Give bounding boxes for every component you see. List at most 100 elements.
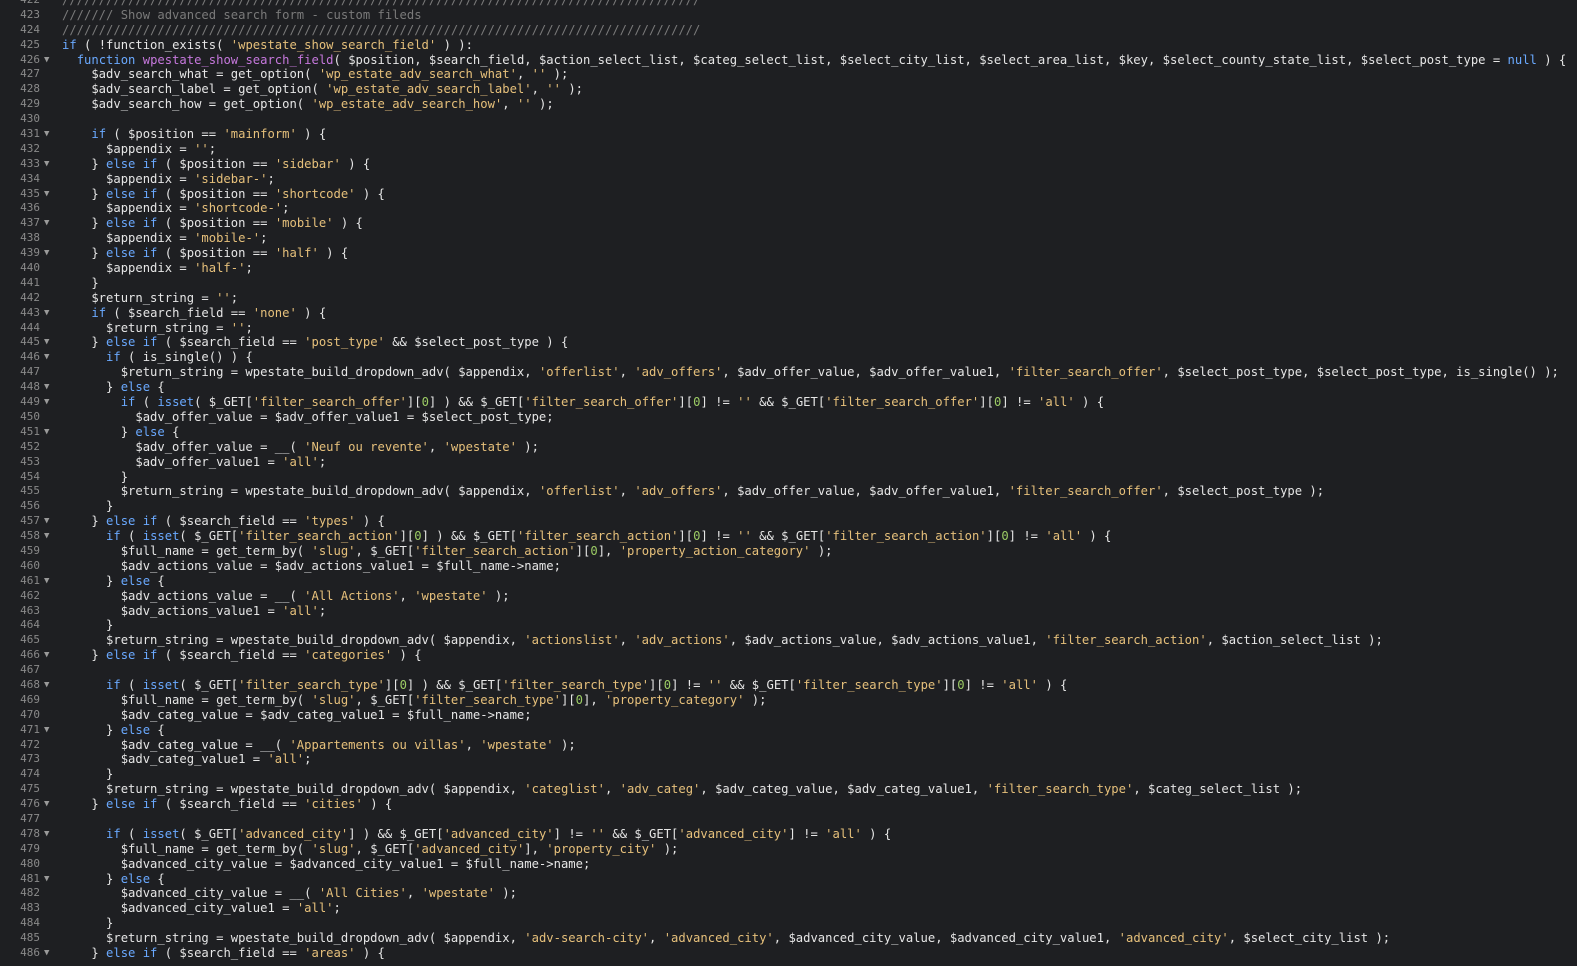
code-line[interactable]: 435 ▼ } else if ( $position == 'shortcode… (0, 187, 1577, 202)
code-line[interactable]: 442 $return_string = ''; (0, 291, 1577, 306)
code-line[interactable]: 425 if ( !function_exists( 'wpestate_show… (0, 38, 1577, 53)
code-token: else if (106, 648, 158, 663)
code-line[interactable]: 471 ▼ } else { (0, 723, 1577, 738)
code-line[interactable]: 466 ▼ } else if ( $search_field == 'categ… (0, 648, 1577, 663)
code-line[interactable]: 462 $adv_actions_value = __( 'All Action… (0, 589, 1577, 604)
code-line[interactable]: 453 $adv_offer_value1 = 'all'; (0, 455, 1577, 470)
code-line[interactable]: 460 $adv_actions_value = $adv_actions_va… (0, 559, 1577, 574)
fold-toggle-icon[interactable]: ▼ (44, 246, 54, 261)
line-number: 438 (20, 231, 40, 245)
code-token: 'half-' (194, 261, 246, 276)
fold-toggle-icon[interactable]: ▼ (44, 350, 54, 365)
code-line[interactable]: 448 ▼ } else { (0, 380, 1577, 395)
code-line[interactable]: 450 $adv_offer_value = $adv_offer_value1… (0, 410, 1577, 425)
code-line[interactable]: 469 $full_name = get_term_by( 'slug', $_… (0, 693, 1577, 708)
fold-toggle-icon[interactable]: ▼ (44, 380, 54, 395)
fold-toggle-icon[interactable]: ▼ (44, 797, 54, 812)
fold-toggle-icon[interactable]: ▼ (44, 946, 54, 961)
code-token: ][ (678, 395, 694, 410)
code-line[interactable]: 479 $full_name = get_term_by( 'slug', $_… (0, 842, 1577, 857)
code-line[interactable]: 478 ▼ if ( isset( $_GET['advanced_city'] … (0, 827, 1577, 842)
code-line[interactable]: 436 $appendix = 'shortcode-'; (0, 201, 1577, 216)
code-line[interactable]: 432 $appendix = ''; (0, 142, 1577, 157)
code-line[interactable]: 463 $adv_actions_value1 = 'all'; (0, 604, 1577, 619)
code-line[interactable]: 481 ▼ } else { (0, 872, 1577, 887)
fold-toggle-icon[interactable]: ▼ (44, 514, 54, 529)
code-line[interactable]: 482 $advanced_city_value = __( 'All Citi… (0, 886, 1577, 901)
code-token: 'none' (252, 305, 297, 320)
code-line[interactable]: 473 $adv_categ_value1 = 'all'; (0, 752, 1577, 767)
code-line[interactable]: 474 } (0, 767, 1577, 782)
code-line[interactable]: 486 ▼ } else if ( $search_field == 'areas… (0, 946, 1577, 961)
line-number: 425 (20, 37, 40, 51)
fold-toggle-icon[interactable]: ▼ (44, 723, 54, 738)
code-line[interactable]: 422 /////////////////////////////////////… (0, 0, 1577, 8)
code-line[interactable]: 437 ▼ } else if ( $position == 'mobile' )… (0, 216, 1577, 231)
code-line[interactable]: 428 $adv_search_label = get_option( 'wp_… (0, 82, 1577, 97)
code-line[interactable]: 431 ▼ if ( $position == 'mainform' ) { (0, 127, 1577, 142)
code-line[interactable]: 472 $adv_categ_value = __( 'Appartements… (0, 738, 1577, 753)
code-line[interactable]: 457 ▼ } else if ( $search_field == 'types… (0, 514, 1577, 529)
code-line[interactable]: 433 ▼ } else if ( $position == 'sidebar' … (0, 157, 1577, 172)
code-line[interactable]: 468 ▼ if ( isset( $_GET['filter_search_ty… (0, 678, 1577, 693)
code-line[interactable]: 467 (0, 663, 1577, 678)
code-line[interactable]: 434 $appendix = 'sidebar-'; (0, 172, 1577, 187)
fold-toggle-icon[interactable]: ▼ (44, 335, 54, 350)
line-number: 460 (20, 558, 40, 572)
code-token: ////////////////////////////////////////… (62, 22, 701, 37)
code-line[interactable]: 475 $return_string = wpestate_build_drop… (0, 782, 1577, 797)
code-line[interactable]: 461 ▼ } else { (0, 574, 1577, 589)
code-line[interactable]: 458 ▼ if ( isset( $_GET['filter_search_ac… (0, 529, 1577, 544)
code-line[interactable]: 438 $appendix = 'mobile-'; (0, 231, 1577, 246)
code-line[interactable]: 480 $advanced_city_value = $advanced_cit… (0, 857, 1577, 872)
fold-toggle-icon[interactable]: ▼ (44, 872, 54, 887)
code-editor[interactable]: 422 /////////////////////////////////////… (0, 0, 1577, 966)
code-line[interactable]: 445 ▼ } else if ( $search_field == 'post_… (0, 335, 1577, 350)
code-text: if ( isset( $_GET['filter_search_action'… (62, 529, 1111, 544)
fold-toggle-icon[interactable]: ▼ (44, 306, 54, 321)
code-line[interactable]: 454 } (0, 470, 1577, 485)
fold-toggle-icon[interactable]: ▼ (44, 827, 54, 842)
fold-toggle-icon[interactable]: ▼ (44, 574, 54, 589)
code-line[interactable]: 440 $appendix = 'half-'; (0, 261, 1577, 276)
fold-toggle-icon[interactable]: ▼ (44, 187, 54, 202)
code-line[interactable]: 485 $return_string = wpestate_build_drop… (0, 931, 1577, 946)
code-line[interactable]: 483 $advanced_city_value1 = 'all'; (0, 901, 1577, 916)
fold-toggle-icon[interactable]: ▼ (44, 529, 54, 544)
code-line[interactable]: 444 $return_string = ''; (0, 321, 1577, 336)
code-line[interactable]: 452 $adv_offer_value = __( 'Neuf ou reve… (0, 440, 1577, 455)
code-line[interactable]: 464 } (0, 618, 1577, 633)
code-line[interactable]: 484 } (0, 916, 1577, 931)
fold-toggle-icon[interactable]: ▼ (44, 425, 54, 440)
code-line[interactable]: 426 ▼ function wpestate_show_search_field… (0, 53, 1577, 68)
code-line[interactable]: 459 $full_name = get_term_by( 'slug', $_… (0, 544, 1577, 559)
code-line[interactable]: 424 /////////////////////////////////////… (0, 23, 1577, 38)
code-line[interactable]: 456 } (0, 499, 1577, 514)
code-line[interactable]: 455 $return_string = wpestate_build_drop… (0, 484, 1577, 499)
code-line[interactable]: 451 ▼ } else { (0, 425, 1577, 440)
code-token: else if (106, 335, 158, 350)
code-line[interactable]: 447 $return_string = wpestate_build_drop… (0, 365, 1577, 380)
code-line[interactable]: 470 $adv_categ_value = $adv_categ_value1… (0, 708, 1577, 723)
code-line[interactable]: 429 $adv_search_how = get_option( 'wp_es… (0, 97, 1577, 112)
code-line[interactable]: 476 ▼ } else if ( $search_field == 'citie… (0, 797, 1577, 812)
fold-toggle-icon[interactable]: ▼ (44, 53, 54, 68)
fold-toggle-icon[interactable]: ▼ (44, 216, 54, 231)
code-line[interactable]: 477 (0, 812, 1577, 827)
code-line[interactable]: 423 /////// Show advanced search form - c… (0, 8, 1577, 23)
code-line[interactable]: 430 (0, 112, 1577, 127)
fold-toggle-icon[interactable]: ▼ (44, 678, 54, 693)
code-token: '' (546, 82, 561, 97)
code-line[interactable]: 443 ▼ if ( $search_field == 'none' ) { (0, 306, 1577, 321)
code-line[interactable]: 441 } (0, 276, 1577, 291)
code-line[interactable]: 427 $adv_search_what = get_option( 'wp_e… (0, 67, 1577, 82)
fold-toggle-icon[interactable]: ▼ (44, 648, 54, 663)
code-line[interactable]: 449 ▼ if ( isset( $_GET['filter_search_of… (0, 395, 1577, 410)
code-line[interactable]: 439 ▼ } else if ( $position == 'half' ) { (0, 246, 1577, 261)
fold-toggle-icon[interactable]: ▼ (44, 127, 54, 142)
fold-toggle-icon[interactable]: ▼ (44, 157, 54, 172)
code-line[interactable]: 465 $return_string = wpestate_build_drop… (0, 633, 1577, 648)
fold-toggle-icon[interactable]: ▼ (44, 395, 54, 410)
code-line[interactable]: 446 ▼ if ( is_single() ) { (0, 350, 1577, 365)
code-token: } (62, 186, 107, 201)
